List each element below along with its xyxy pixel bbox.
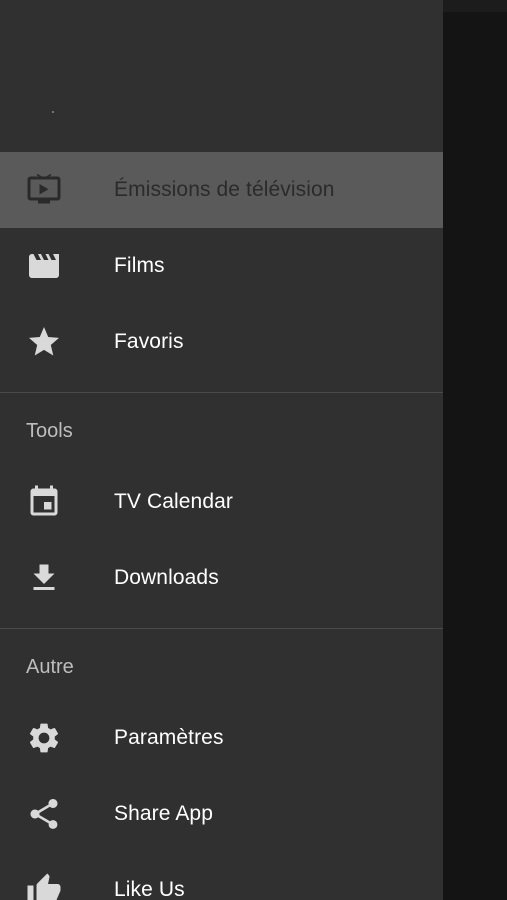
nav-item-label: TV Calendar	[114, 490, 233, 513]
nav-item-tv-calendar[interactable]: TV Calendar	[0, 464, 443, 540]
nav-item-label: Favoris	[114, 330, 184, 353]
app-bar-behind	[443, 0, 507, 12]
nav-item-label: Share App	[114, 802, 213, 825]
nav-item-like-us[interactable]: Like Us	[0, 852, 443, 900]
drawer-header	[0, 0, 443, 152]
nav-item-tv-shows[interactable]: Émissions de télévision	[0, 152, 443, 228]
calendar-icon	[26, 484, 62, 520]
tv-icon	[26, 172, 62, 208]
nav-item-downloads[interactable]: Downloads	[0, 540, 443, 616]
nav-item-label: Émissions de télévision	[114, 178, 335, 201]
navigation-drawer: Émissions de télévision Films Favoris To…	[0, 0, 443, 900]
section-header-tools: Tools	[0, 393, 443, 464]
header-dot	[52, 111, 54, 113]
nav-item-label: Downloads	[114, 566, 219, 589]
nav-item-label: Films	[114, 254, 165, 277]
section-title: Autre	[26, 656, 74, 678]
nav-item-label: Like Us	[114, 878, 185, 900]
section-header-autre: Autre	[0, 629, 443, 700]
nav-item-parametres[interactable]: Paramètres	[0, 700, 443, 776]
nav-item-share-app[interactable]: Share App	[0, 776, 443, 852]
nav-item-label: Paramètres	[114, 726, 224, 749]
thumbs-up-icon	[26, 872, 62, 900]
settings-gear-icon	[26, 720, 62, 756]
section-title: Tools	[26, 420, 73, 442]
movie-clapper-icon	[26, 248, 62, 284]
share-icon	[26, 796, 62, 832]
star-icon	[26, 324, 62, 360]
nav-item-favoris[interactable]: Favoris	[0, 304, 443, 380]
download-icon	[26, 560, 62, 596]
nav-item-films[interactable]: Films	[0, 228, 443, 304]
